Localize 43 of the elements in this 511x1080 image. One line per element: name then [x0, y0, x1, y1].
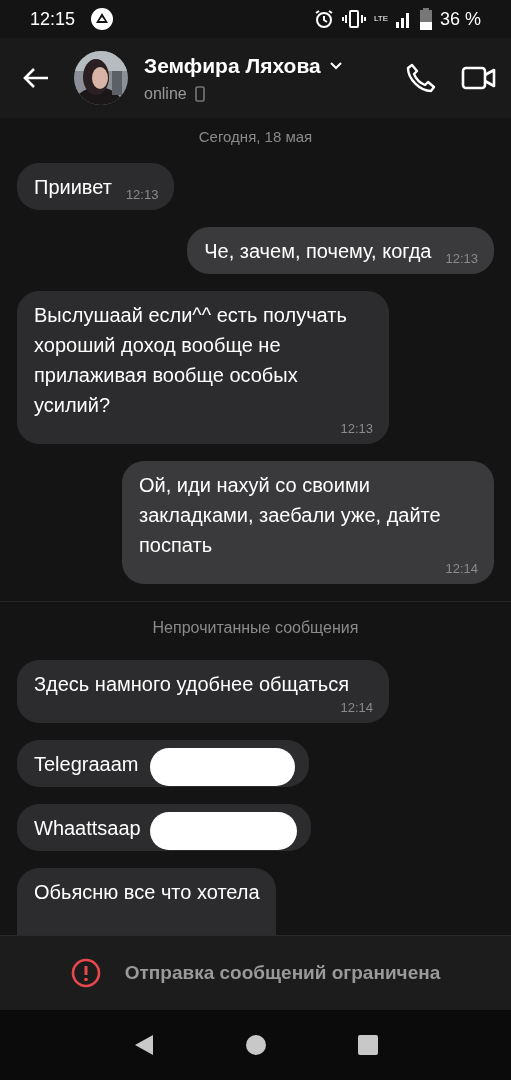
chevron-down-icon[interactable]	[328, 61, 343, 71]
vibrate-icon	[341, 9, 366, 29]
recents-nav-icon[interactable]	[356, 1034, 379, 1056]
contact-name[interactable]: Земфира Ляхова	[144, 50, 321, 82]
message-text: Приивет	[34, 174, 112, 200]
incoming-message[interactable]: Выслушаай если^^ есть получать хороший доход вообще не прилаживая вообще особых усилий? 12:13	[17, 290, 389, 444]
battery-icon	[419, 8, 432, 30]
incoming-message[interactable]: Здесь намного удобнее общаться 12:14	[17, 659, 389, 723]
call-button[interactable]	[405, 62, 437, 94]
message-text: Whaattsaap	[34, 815, 141, 841]
home-nav-icon[interactable]	[244, 1034, 267, 1056]
message-time: 12:14	[339, 698, 373, 717]
message-text: Ой, иди нахуй со своими закладками, заебали уже, дайте поспать	[139, 472, 442, 558]
outgoing-message[interactable]: Че, зачем, почему, когда 12:13	[187, 226, 494, 274]
message-time: 12:13	[339, 419, 373, 438]
message-text: Выслушаай если^^ есть получать хороший доход вообще не прилаживая вообще особых усилий?	[34, 302, 348, 418]
outgoing-message[interactable]: Ой, иди нахуй со своими закладками, заебали уже, дайте поспать 12:14	[122, 460, 494, 584]
message-text: Telegraaam	[34, 751, 139, 777]
presence-status: online	[144, 83, 187, 104]
restriction-notice: Отправка сообщений ограничена	[124, 960, 441, 985]
warning-icon	[70, 958, 101, 988]
incoming-message[interactable]: Whaattsaap	[17, 803, 311, 851]
status-time: 12:15	[30, 7, 76, 31]
battery-percent: 36 %	[439, 7, 481, 31]
video-call-button[interactable]	[461, 65, 497, 91]
signal-icon	[395, 10, 412, 28]
date-separator: Сегодня, 18 мая	[197, 127, 314, 147]
message-time: 12:13	[444, 249, 478, 268]
message-text: Здесь намного удобнее общаться	[34, 671, 350, 697]
alarm-icon	[313, 9, 334, 29]
message-time: 12:13	[124, 185, 159, 204]
phone-device-icon	[194, 85, 205, 102]
network-label: LTE	[373, 12, 388, 25]
message-text: Обьясню все что хотела	[34, 879, 260, 905]
incoming-message[interactable]: Обьясню все что хотела	[17, 867, 276, 935]
phone-icon	[405, 62, 437, 94]
message-time: 12:14	[444, 559, 478, 578]
incoming-message[interactable]: Приивет 12:13	[17, 162, 175, 210]
message-text: Че, зачем, почему, когда	[204, 238, 432, 264]
unread-divider: Непрочитанные сообщения	[0, 600, 511, 660]
incoming-message[interactable]: Telegraaam	[17, 739, 309, 787]
video-camera-icon	[461, 66, 497, 91]
app-notification-icon	[91, 8, 114, 30]
